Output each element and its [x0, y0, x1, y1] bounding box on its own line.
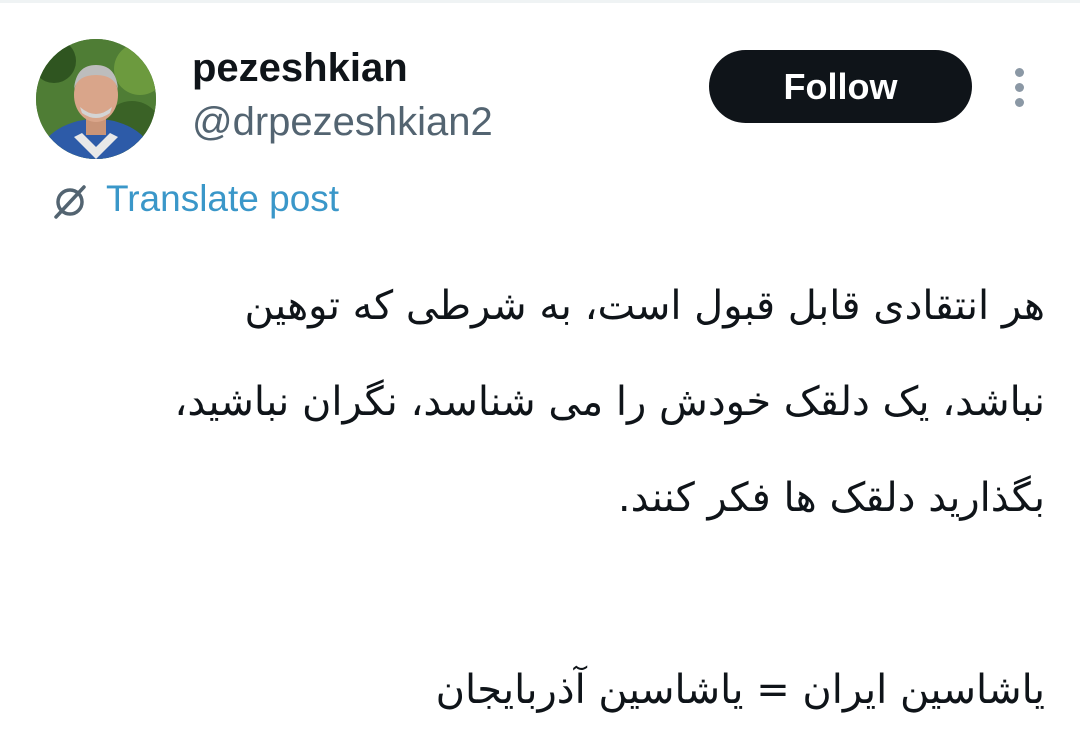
- author-display-name[interactable]: pezeshkian: [192, 44, 408, 92]
- avatar[interactable]: [36, 39, 156, 159]
- post-text: هر انتقادی قابل قبول است، به شرطی که توه…: [40, 258, 1045, 738]
- more-vertical-icon: [1015, 98, 1024, 107]
- post-text-line: یاشاسین ایران = یاشاسین آذربایجان: [435, 667, 1045, 713]
- post-header: pezeshkian @drpezeshkian2 Follow: [0, 0, 1080, 175]
- post-text-line: هر انتقادی قابل قبول است، به شرطی که توه…: [244, 283, 1045, 329]
- translate-globe-icon: [54, 185, 86, 219]
- more-vertical-icon: [1015, 68, 1024, 77]
- avatar-photo: [36, 39, 156, 159]
- more-vertical-icon: [1015, 83, 1024, 92]
- more-options-button[interactable]: [1002, 63, 1038, 111]
- author-handle[interactable]: @drpezeshkian2: [192, 98, 493, 146]
- follow-button[interactable]: Follow: [709, 50, 972, 123]
- post-text-line: نباشد، یک دلقک خودش را می شناسد، نگران ن…: [174, 379, 1045, 425]
- translate-post-label: Translate post: [106, 178, 340, 219]
- post-text-line: بگذارید دلقک ها فکر کنند.: [617, 475, 1045, 521]
